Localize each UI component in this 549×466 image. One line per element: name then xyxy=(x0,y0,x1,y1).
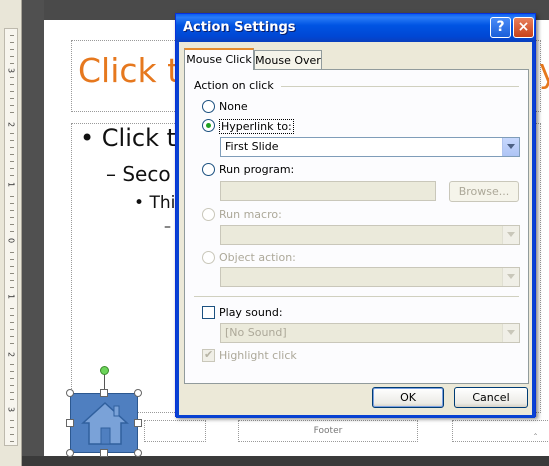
bullet-level-1-text: Click t xyxy=(101,124,177,152)
date-placeholder[interactable] xyxy=(144,420,206,442)
resize-handle-e[interactable] xyxy=(134,419,142,427)
action-group-label: Action on click xyxy=(194,79,274,92)
ruler-number: 2 xyxy=(6,348,16,361)
rotation-handle[interactable] xyxy=(100,366,109,375)
resize-handle-sw[interactable] xyxy=(66,449,74,457)
ok-button[interactable]: OK xyxy=(372,387,444,408)
chevron-down-icon[interactable] xyxy=(502,138,519,156)
group-divider xyxy=(281,86,519,87)
highlight-click-label: Highlight click xyxy=(219,349,297,362)
bullet-level-3: • Thi xyxy=(134,193,176,213)
highlight-click-checkbox xyxy=(202,348,215,362)
ruler-number: 3 xyxy=(6,64,16,77)
ruler-number: 1 xyxy=(6,290,16,303)
dialog-title: Action Settings xyxy=(183,20,296,35)
resize-handle-s[interactable] xyxy=(100,449,108,457)
program-path-input xyxy=(220,181,436,201)
slide-title-tail: yl xyxy=(539,51,549,90)
hyperlink-select[interactable]: First Slide xyxy=(220,137,520,157)
resize-handle-w[interactable] xyxy=(66,419,74,427)
radio-object-action-label: Object action: xyxy=(219,251,296,264)
radio-run-program[interactable] xyxy=(202,163,215,176)
ruler-number: 1 xyxy=(6,178,16,191)
help-icon: ? xyxy=(496,19,505,35)
tab-mouse-click[interactable]: Mouse Click xyxy=(184,48,254,70)
bullet-level-4: – xyxy=(164,219,171,235)
macro-select xyxy=(220,225,520,245)
radio-none[interactable] xyxy=(202,100,215,113)
workspace-bottom xyxy=(22,456,549,466)
radio-run-program-label[interactable]: Run program: xyxy=(219,163,294,176)
resize-handle-n[interactable] xyxy=(100,389,108,397)
workspace-gutter xyxy=(22,0,44,466)
slide-number-placeholder[interactable]: ‸ xyxy=(452,420,549,442)
sound-select-value: [No Sound] xyxy=(225,326,287,339)
hyperlink-select-value: First Slide xyxy=(225,140,279,153)
radio-run-macro-label: Run macro: xyxy=(219,208,282,221)
slide-title: Click t xyxy=(78,51,181,90)
chevron-down-icon xyxy=(502,268,519,286)
browse-button: Browse... xyxy=(449,181,519,202)
chevron-down-icon xyxy=(502,226,519,244)
vertical-ruler[interactable]: 3 2 1 0 1 2 3 xyxy=(0,0,22,466)
close-icon: × xyxy=(517,19,530,35)
tab-mouse-over[interactable]: Mouse Over xyxy=(254,50,322,71)
radio-object-action xyxy=(202,251,215,264)
bullet-level-1: • Click t xyxy=(80,124,177,152)
bullet-level-2: – Seco xyxy=(106,162,171,186)
action-settings-dialog: Action Settings ? × Mouse Click Mouse Ov… xyxy=(175,13,536,418)
footer-label: Footer xyxy=(313,426,343,436)
resize-handle-ne[interactable] xyxy=(134,389,142,397)
radio-run-macro xyxy=(202,208,215,221)
chevron-down-icon xyxy=(502,324,519,342)
help-button[interactable]: ? xyxy=(490,17,511,38)
resize-handle-nw[interactable] xyxy=(66,389,74,397)
object-action-select xyxy=(220,267,520,287)
play-sound-checkbox[interactable] xyxy=(202,306,215,319)
sound-divider xyxy=(194,296,519,297)
dialog-titlebar[interactable]: Action Settings ? × xyxy=(176,14,535,42)
ruler-number: 2 xyxy=(6,118,16,131)
tab-panel: Action on click None Hyperlink to: First… xyxy=(184,69,529,384)
sound-select: [No Sound] xyxy=(220,323,520,343)
close-button[interactable]: × xyxy=(513,17,534,38)
radio-none-label[interactable]: None xyxy=(219,100,248,113)
footer-placeholder[interactable]: Footer xyxy=(238,420,418,442)
radio-hyperlink[interactable] xyxy=(202,119,215,132)
home-icon xyxy=(81,401,129,445)
play-sound-label[interactable]: Play sound: xyxy=(219,306,283,319)
slide-number-label: ‸ xyxy=(533,426,537,436)
home-action-button[interactable] xyxy=(70,393,138,453)
ruler-number: 0 xyxy=(6,234,16,247)
bullet-level-3-text: Thi xyxy=(149,193,176,213)
resize-handle-se[interactable] xyxy=(134,449,142,457)
cancel-button[interactable]: Cancel xyxy=(454,387,528,408)
bullet-level-2-text: Seco xyxy=(122,162,171,186)
ruler-number: 3 xyxy=(6,403,16,416)
radio-hyperlink-label[interactable]: Hyperlink to: xyxy=(219,119,294,134)
